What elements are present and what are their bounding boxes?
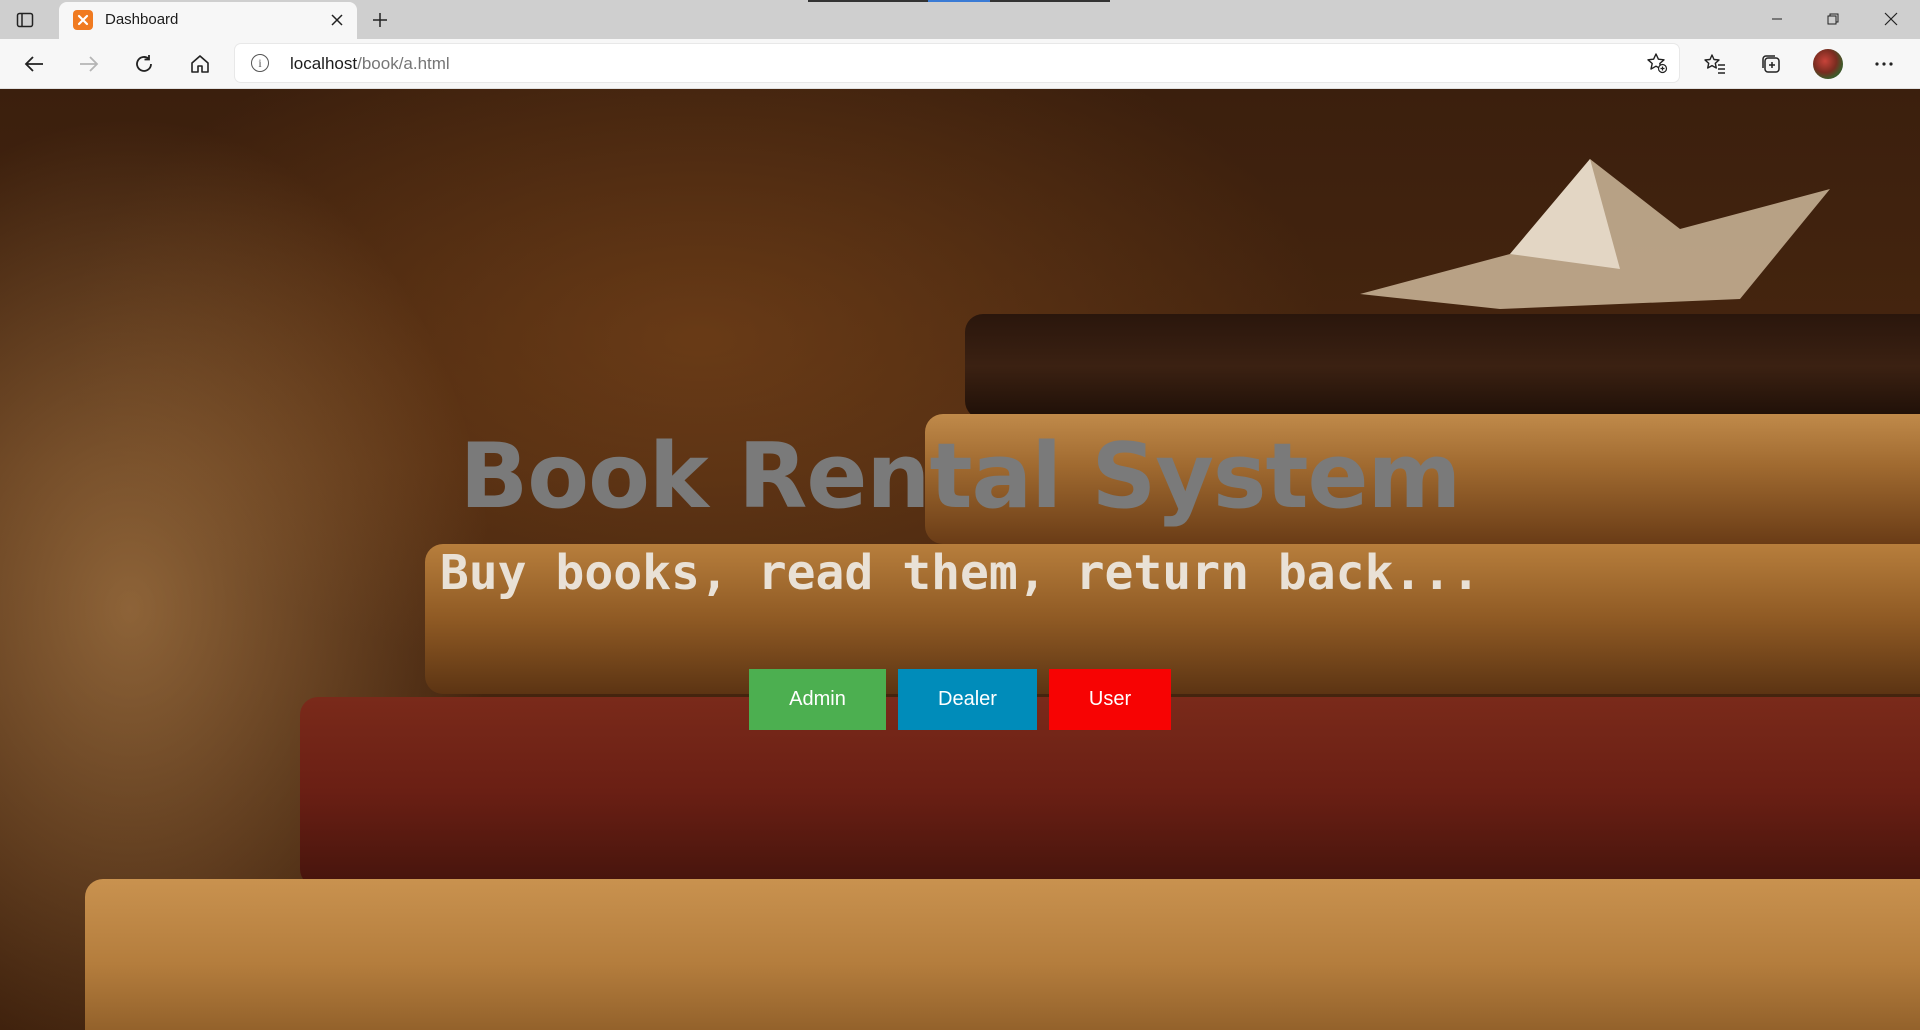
more-icon[interactable] — [1869, 49, 1899, 79]
address-bar[interactable]: i localhost/book/a.html — [235, 44, 1679, 82]
background-book — [85, 879, 1920, 1030]
plus-icon[interactable] — [368, 8, 392, 32]
paper-boat-icon — [1360, 159, 1830, 309]
info-icon[interactable]: i — [251, 54, 269, 72]
collections-icon[interactable] — [1756, 49, 1786, 79]
restore-icon[interactable] — [1810, 4, 1856, 34]
browser-toolbar: i localhost/book/a.html — [0, 39, 1920, 89]
profile-avatar[interactable] — [1813, 49, 1843, 79]
forward-arrow-icon[interactable] — [74, 49, 104, 79]
hero-title: Book Rental System — [459, 424, 1462, 529]
tab-actions-icon[interactable] — [14, 9, 36, 31]
background-book — [965, 314, 1920, 419]
window-close-icon[interactable] — [1868, 4, 1914, 34]
add-favorite-icon[interactable] — [1645, 51, 1669, 75]
tab-dashboard[interactable]: Dashboard — [59, 2, 357, 39]
xampp-favicon-icon — [73, 10, 93, 30]
url-host: localhost — [290, 54, 358, 73]
user-button[interactable]: User — [1049, 669, 1171, 730]
favorites-icon[interactable] — [1700, 49, 1730, 79]
dealer-button[interactable]: Dealer — [898, 669, 1037, 730]
tab-bar: Dashboard — [0, 0, 1920, 39]
admin-button[interactable]: Admin — [749, 669, 886, 730]
refresh-icon[interactable] — [129, 49, 159, 79]
minimize-icon[interactable] — [1754, 4, 1800, 34]
page-content: Book Rental System Buy books, read them,… — [0, 89, 1920, 1030]
url-text[interactable]: localhost/book/a.html — [290, 54, 450, 74]
hero-subtitle: Buy books, read them, return back... — [439, 545, 1481, 601]
loading-bar-accent — [928, 0, 990, 2]
url-path: /book/a.html — [357, 54, 450, 73]
back-arrow-icon[interactable] — [19, 49, 49, 79]
home-icon[interactable] — [185, 49, 215, 79]
close-icon[interactable] — [327, 10, 347, 30]
tab-title: Dashboard — [105, 11, 179, 28]
